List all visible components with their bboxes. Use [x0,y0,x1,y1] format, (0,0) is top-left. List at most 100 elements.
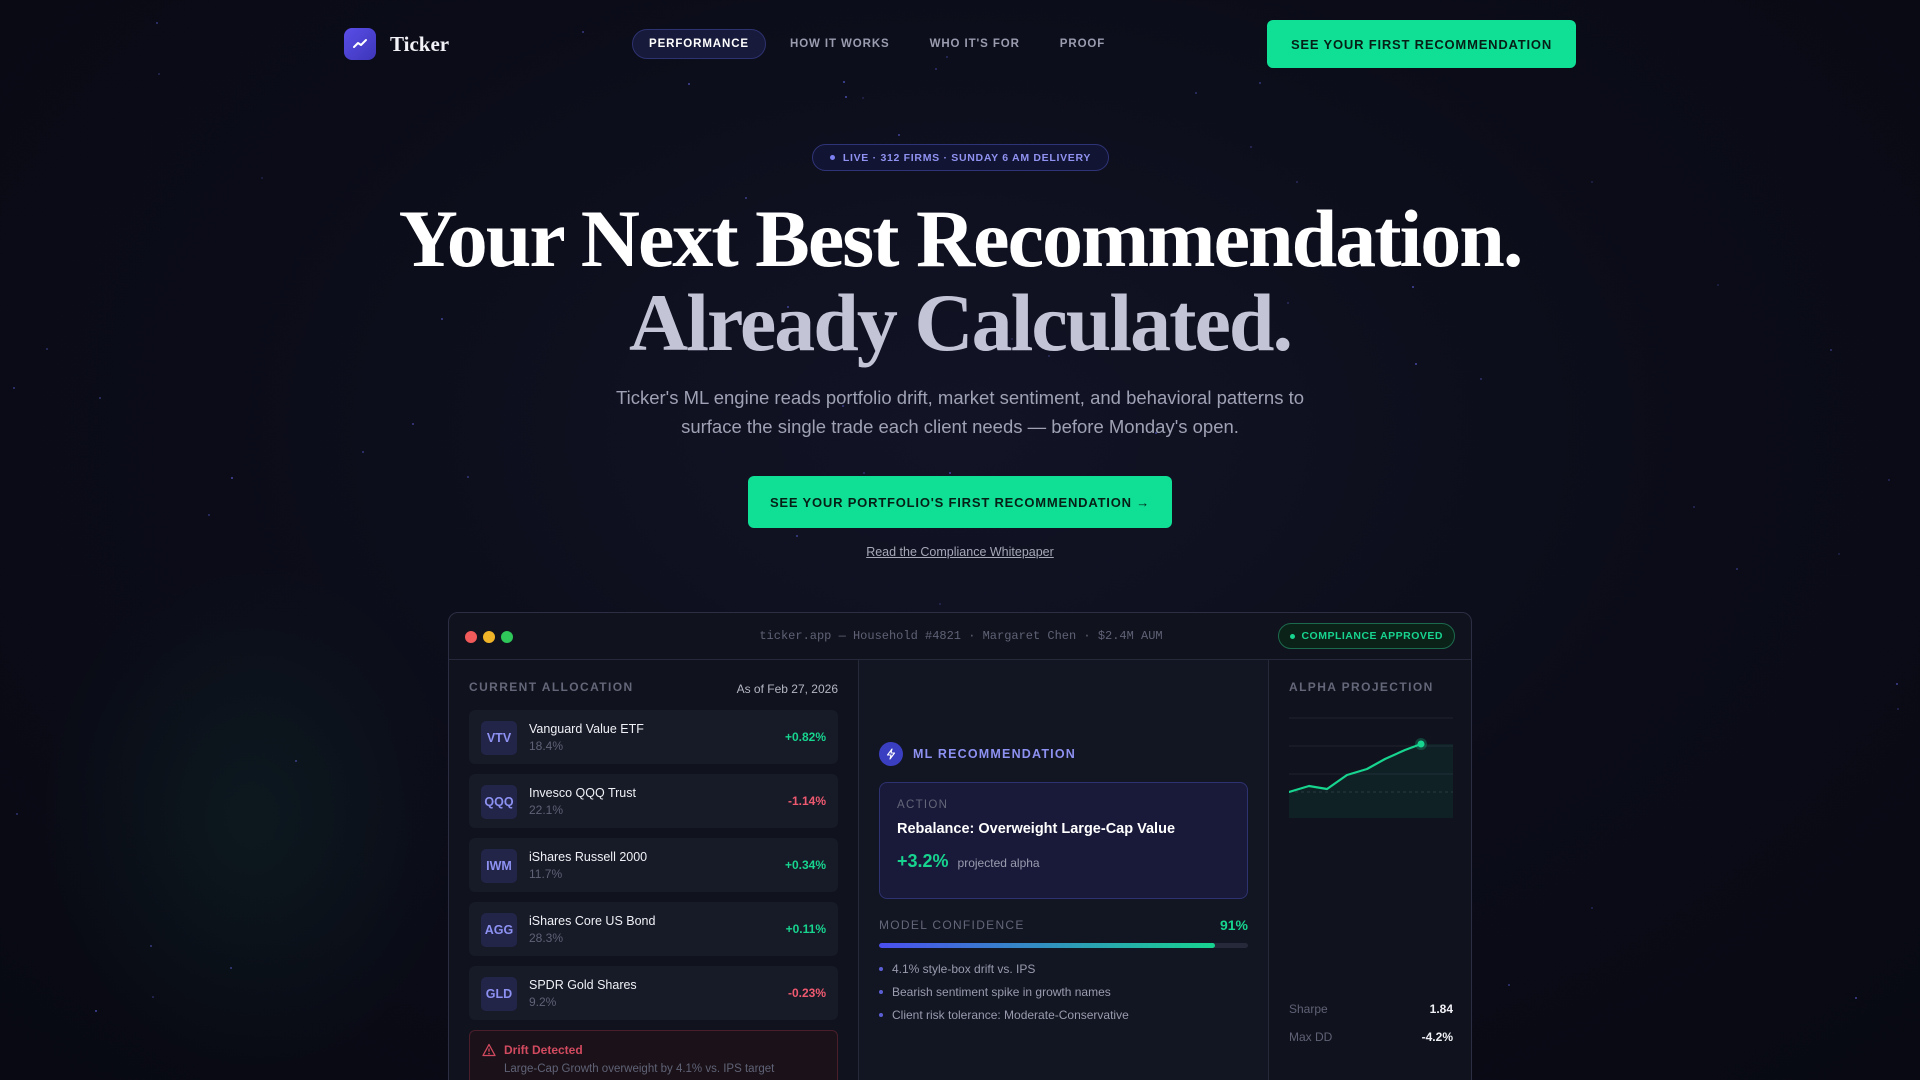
as-of-date: As of Feb 27, 2026 [736,682,838,696]
drift-text: Large-Cap Growth overweight by 4.1% vs. … [504,1063,775,1075]
compliance-badge-text: COMPLIANCE APPROVED [1301,630,1443,642]
star-dot [1897,708,1899,710]
star-dot [1736,568,1738,570]
star-dot [1693,506,1695,508]
action-label: ACTION [897,799,949,811]
list-item: Client risk tolerance: Moderate-Conserva… [879,1008,1248,1022]
bolt-icon [879,742,903,766]
holding-name: iShares Russell 2000 [529,850,648,864]
star-dot [95,1010,97,1012]
ml-label: ML RECOMMENDATION [913,747,1076,761]
reason-text: Client risk tolerance: Moderate-Conserva… [892,1008,1129,1022]
headline-line-2: Already Calculated. [628,277,1293,368]
top-nav: Ticker PERFORMANCE HOW IT WORKS WHO IT'S… [0,0,1920,88]
holding-name: iShares Core US Bond [529,914,656,928]
holding-weight: 22.1% [529,803,564,817]
alpha-row: +3.2% projected alpha [897,851,1230,872]
star-dot [1591,907,1593,909]
ticker-symbol: GLD [481,977,517,1011]
hero-subtitle: Ticker's ML engine reads portfolio drift… [615,387,1305,437]
holding-change: +0.11% [785,922,826,936]
holdings-list: VTV Vanguard Value ETF 18.4% +0.82% QQQ … [469,710,838,1020]
compliance-badge: COMPLIANCE APPROVED [1278,623,1455,649]
holding-name: Invesco QQQ Trust [529,786,636,800]
star-dot [295,760,297,762]
holding-row[interactable]: AGG iShares Core US Bond 28.3% +0.11% [469,902,838,956]
projection-label: ALPHA PROJECTION [1289,680,1434,694]
stat-sharpe: Sharpe 1.84 [1289,1002,1453,1016]
star-dot [1888,479,1890,481]
whitepaper-link[interactable]: Read the Compliance Whitepaper [866,545,1054,559]
live-dot-icon [829,155,835,160]
star-dot [1480,378,1482,380]
confidence-bar [879,943,1248,948]
nav-link-performance[interactable]: PERFORMANCE [632,29,766,59]
star-dot [150,945,152,947]
hero-cta-button[interactable]: SEE YOUR PORTFOLIO'S FIRST RECOMMENDATIO… [748,476,1172,528]
star-dot [1855,997,1857,999]
star-dot [152,996,154,998]
holding-weight: 9.2% [529,995,557,1009]
app-preview-window: ticker.app — Household #4821 · Margaret … [448,612,1472,1080]
star-dot [1195,92,1197,94]
holding-weight: 28.3% [529,931,564,945]
reasons-list: 4.1% style-box drift vs. IPS Bearish sen… [879,962,1248,1022]
confidence-bar-fill [879,943,1215,948]
nav-link-how-it-works[interactable]: HOW IT WORKS [774,30,906,58]
ticker-symbol: QQQ [481,785,517,819]
whitepaper-link-wrap: Read the Compliance Whitepaper [0,545,1920,559]
nav-cta-button[interactable]: SEE YOUR FIRST RECOMMENDATION [1267,20,1576,68]
allocation-panel: CURRENT ALLOCATION As of Feb 27, 2026 VT… [449,660,859,1080]
star-dot [231,477,233,479]
live-badge: LIVE · 312 FIRMS · SUNDAY 6 AM DELIVERY [812,144,1109,171]
window-titlebar: ticker.app — Household #4821 · Margaret … [449,613,1471,660]
star-dot [230,967,232,969]
holding-name: Vanguard Value ETF [529,722,644,736]
star-dot [99,397,101,399]
holding-row[interactable]: GLD SPDR Gold Shares 9.2% -0.23% [469,966,838,1020]
star-dot [208,514,210,516]
trend-icon [344,28,376,60]
nav-link-proof[interactable]: PROOF [1044,30,1121,58]
star-dot [13,387,15,389]
star-dot [1296,181,1298,183]
stat-value: -4.2% [1421,1030,1453,1044]
star-dot [261,177,263,179]
reason-text: Bearish sentiment spike in growth names [892,985,1111,999]
background-glow [40,560,460,1080]
recommendation-panel: ML RECOMMENDATION ACTION Rebalance: Over… [859,660,1269,1080]
warning-icon [482,1043,496,1057]
confidence-value: 91% [1219,917,1248,933]
star-dot [1250,146,1252,148]
drift-alert[interactable]: Drift Detected Large-Cap Growth overweig… [469,1030,838,1080]
star-dot [1508,984,1510,986]
holding-name: SPDR Gold Shares [529,978,637,992]
bullet-icon [879,1013,883,1017]
ticker-symbol: VTV [481,721,517,755]
brand[interactable]: Ticker [344,28,449,60]
bullet-icon [879,990,883,994]
holding-weight: 11.7% [529,867,563,881]
headline-line-1: Your Next Best Recommendation. [398,193,1524,284]
star-dot [939,603,941,605]
star-dot [1591,181,1593,183]
action-title: Rebalance: Overweight Large-Cap Value [897,821,1176,837]
star-dot [362,451,364,453]
holding-change: +0.34% [784,858,826,872]
holding-row[interactable]: QQQ Invesco QQQ Trust 22.1% -1.14% [469,774,838,828]
drift-title: Drift Detected [504,1043,583,1057]
holding-row[interactable]: VTV Vanguard Value ETF 18.4% +0.82% [469,710,838,764]
holding-row[interactable]: IWM iShares Russell 2000 11.7% +0.34% [469,838,838,892]
confidence-row: MODEL CONFIDENCE 91% [879,917,1248,933]
stat-key: Sharpe [1289,1002,1328,1016]
list-item: 4.1% style-box drift vs. IPS [879,962,1248,976]
holding-change: -1.14% [787,794,826,808]
list-item: Bearish sentiment spike in growth names [879,985,1248,999]
holding-weight: 18.4% [529,739,564,753]
stat-value: 1.84 [1429,1002,1453,1016]
nav-link-who-its-for[interactable]: WHO IT'S FOR [914,30,1036,58]
nav-links: PERFORMANCE HOW IT WORKS WHO IT'S FOR PR… [632,29,1121,59]
star-dot [845,96,847,98]
ticker-symbol: AGG [481,913,517,947]
action-card[interactable]: ACTION Rebalance: Overweight Large-Cap V… [879,782,1248,899]
